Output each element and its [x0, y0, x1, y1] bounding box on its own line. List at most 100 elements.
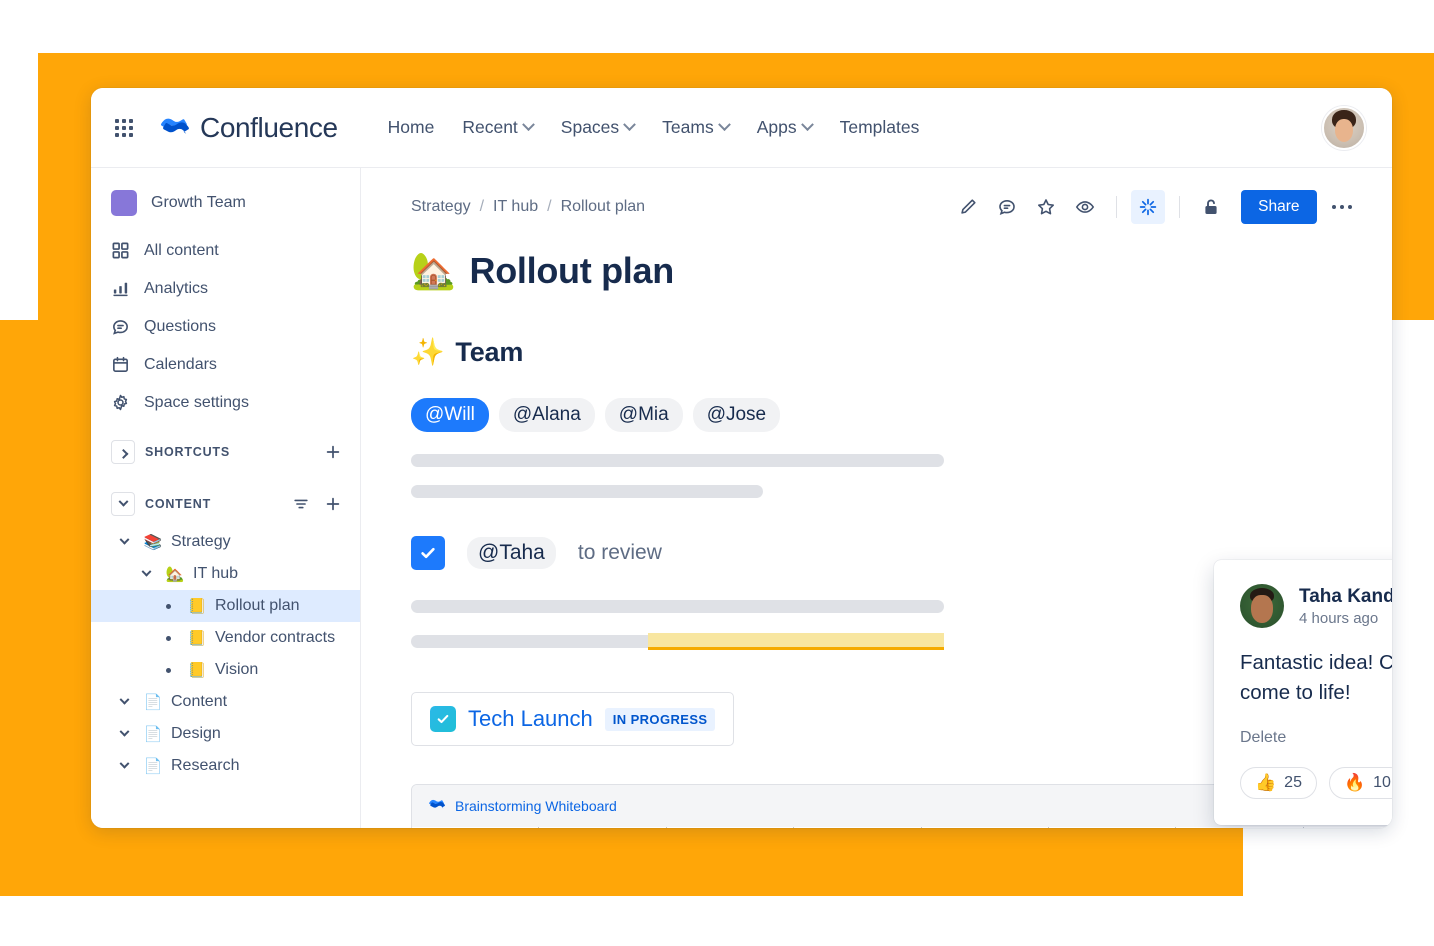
app-body: Growth Team All content Analytics Questi…	[91, 168, 1392, 828]
breadcrumb-item-strategy[interactable]: Strategy	[411, 198, 471, 216]
sidebar-item-analytics[interactable]: Analytics	[91, 270, 360, 308]
sidebar-item-all-content[interactable]: All content	[91, 232, 360, 270]
space-sidebar: Growth Team All content Analytics Questi…	[91, 168, 361, 828]
section-heading-emoji: ✨	[411, 337, 445, 368]
sidebar-section-shortcuts: SHORTCUTS	[91, 430, 360, 474]
inline-comment-popup: Taha Kandemir 4 hours ago Fantastic idea…	[1214, 560, 1392, 826]
primary-nav-items: Home Recent Spaces Teams Apps Templates	[374, 109, 934, 146]
status-badge: IN PROGRESS	[604, 707, 716, 731]
table-cell[interactable]	[539, 827, 667, 828]
reaction-count: 10	[1373, 774, 1391, 792]
shortcuts-section-title: SHORTCUTS	[145, 445, 230, 459]
mention-pill-mia[interactable]: @Mia	[604, 398, 683, 432]
sidebar-item-calendars[interactable]: Calendars	[91, 346, 360, 384]
section-heading-text: Team	[455, 336, 524, 367]
share-button[interactable]: Share	[1241, 190, 1317, 224]
tree-item-emoji: 📚	[143, 533, 163, 551]
bullet-icon	[157, 667, 179, 673]
shortcuts-expand-toggle[interactable]	[111, 440, 135, 464]
tree-item-rollout-plan[interactable]: 📒 Rollout plan	[91, 590, 360, 622]
jira-issue-title[interactable]: Tech Launch	[468, 706, 593, 732]
page-toolbar: Share	[951, 190, 1358, 224]
table-cell[interactable]	[1304, 827, 1392, 828]
jira-task-icon	[430, 706, 456, 732]
more-horizontal-icon[interactable]	[1326, 195, 1359, 220]
star-icon[interactable]	[1029, 190, 1063, 224]
breadcrumb-item-it-hub[interactable]: IT hub	[493, 198, 538, 216]
tree-item-label: Vendor contracts	[215, 629, 336, 646]
page-header-bar: Strategy / IT hub / Rollout plan Share	[361, 168, 1392, 224]
content-collapse-toggle[interactable]	[111, 492, 135, 516]
nav-item-label: Spaces	[560, 117, 620, 137]
pencil-icon[interactable]	[951, 190, 985, 224]
eye-icon[interactable]	[1068, 190, 1102, 224]
tree-item-label: Vision	[215, 661, 259, 678]
mention-pill-will[interactable]: @Will	[411, 398, 489, 432]
nav-item-apps[interactable]: Apps	[743, 109, 826, 146]
shortcuts-add-plus-icon[interactable]	[324, 443, 342, 461]
tree-item-strategy[interactable]: 📚 Strategy	[91, 526, 360, 558]
jira-issue-card[interactable]: Tech Launch IN PROGRESS	[411, 692, 735, 746]
nav-item-spaces[interactable]: Spaces	[547, 109, 648, 146]
tree-item-vision[interactable]: 📒 Vision	[91, 654, 360, 686]
grid-apps-icon[interactable]	[115, 118, 133, 137]
chevron-down-icon	[717, 118, 731, 132]
reaction-thumbsup[interactable]: 👍 25	[1240, 767, 1317, 800]
breadcrumb-separator: /	[479, 198, 485, 215]
atlassian-intelligence-icon[interactable]	[1131, 190, 1166, 224]
sidebar-item-label: Calendars	[144, 356, 217, 373]
sidebar-item-label: All content	[144, 242, 219, 259]
chevron-down-icon[interactable]	[113, 758, 135, 770]
chevron-down-icon[interactable]	[113, 694, 135, 706]
tree-item-it-hub[interactable]: 🏡 IT hub	[91, 558, 360, 590]
mention-pill-alana[interactable]: @Alana	[498, 398, 595, 432]
reaction-fire[interactable]: 🔥 10	[1328, 767, 1392, 800]
chevron-down-icon[interactable]	[135, 566, 157, 578]
comment-author-avatar[interactable]	[1240, 584, 1284, 628]
unlock-padlock-icon[interactable]	[1194, 190, 1228, 224]
task-checkbox[interactable]	[411, 536, 445, 570]
table-cell[interactable]	[1049, 827, 1177, 828]
tree-item-design[interactable]: 📄 Design	[91, 718, 360, 750]
table-cell[interactable]	[667, 827, 795, 828]
comment-icon[interactable]	[990, 190, 1024, 224]
comment-author-name: Taha Kandemir	[1299, 585, 1392, 607]
nav-item-label: Teams	[662, 117, 714, 137]
space-header[interactable]: Growth Team	[91, 184, 360, 222]
content-section-title: CONTENT	[145, 497, 212, 511]
nav-item-templates[interactable]: Templates	[826, 109, 934, 146]
screenshot-stage: Confluence Home Recent Spaces Teams Apps…	[0, 0, 1434, 946]
page-title-emoji: 🏡	[411, 251, 456, 292]
content-add-plus-icon[interactable]	[324, 495, 342, 513]
chevron-down-icon[interactable]	[113, 726, 135, 738]
breadcrumb-item-rollout-plan[interactable]: Rollout plan	[561, 198, 646, 216]
tree-item-vendor-contracts[interactable]: 📒 Vendor contracts	[91, 622, 360, 654]
nav-item-teams[interactable]: Teams	[648, 109, 743, 146]
sidebar-item-questions[interactable]: Questions	[91, 308, 360, 346]
table-cell[interactable]	[794, 827, 922, 828]
comment-delete-link[interactable]: Delete	[1240, 729, 1286, 747]
sidebar-item-space-settings[interactable]: Space settings	[91, 384, 360, 422]
nav-item-home[interactable]: Home	[374, 109, 449, 146]
table-cell[interactable]	[412, 827, 540, 828]
content-tree: 📚 Strategy 🏡 IT hub 📒 Rollout plan 📒 Ven…	[91, 526, 360, 782]
mention-pill-taha[interactable]: @Taha	[467, 537, 556, 569]
brand-home-link[interactable]: Confluence	[159, 110, 338, 145]
nav-item-recent[interactable]: Recent	[448, 109, 546, 146]
table-cell[interactable]	[922, 827, 1049, 828]
tree-item-research[interactable]: 📄 Research	[91, 750, 360, 782]
mention-pill-jose[interactable]: @Jose	[692, 398, 781, 432]
table-cell[interactable]	[1176, 827, 1304, 828]
whiteboard-table-grid	[412, 827, 1392, 828]
comment-highlight-anchor[interactable]	[648, 633, 944, 650]
tree-item-emoji: 📄	[143, 693, 163, 711]
confluence-logo-icon	[428, 795, 445, 817]
content-filter-icon[interactable]	[292, 495, 310, 513]
confluence-logo-icon	[159, 110, 189, 145]
chevron-down-icon[interactable]	[113, 534, 135, 546]
bar-chart-icon	[111, 279, 131, 299]
section-heading-team: ✨ Team	[411, 336, 1392, 369]
chevron-down-icon	[521, 118, 535, 132]
user-avatar[interactable]	[1322, 105, 1366, 150]
tree-item-content[interactable]: 📄 Content	[91, 686, 360, 718]
